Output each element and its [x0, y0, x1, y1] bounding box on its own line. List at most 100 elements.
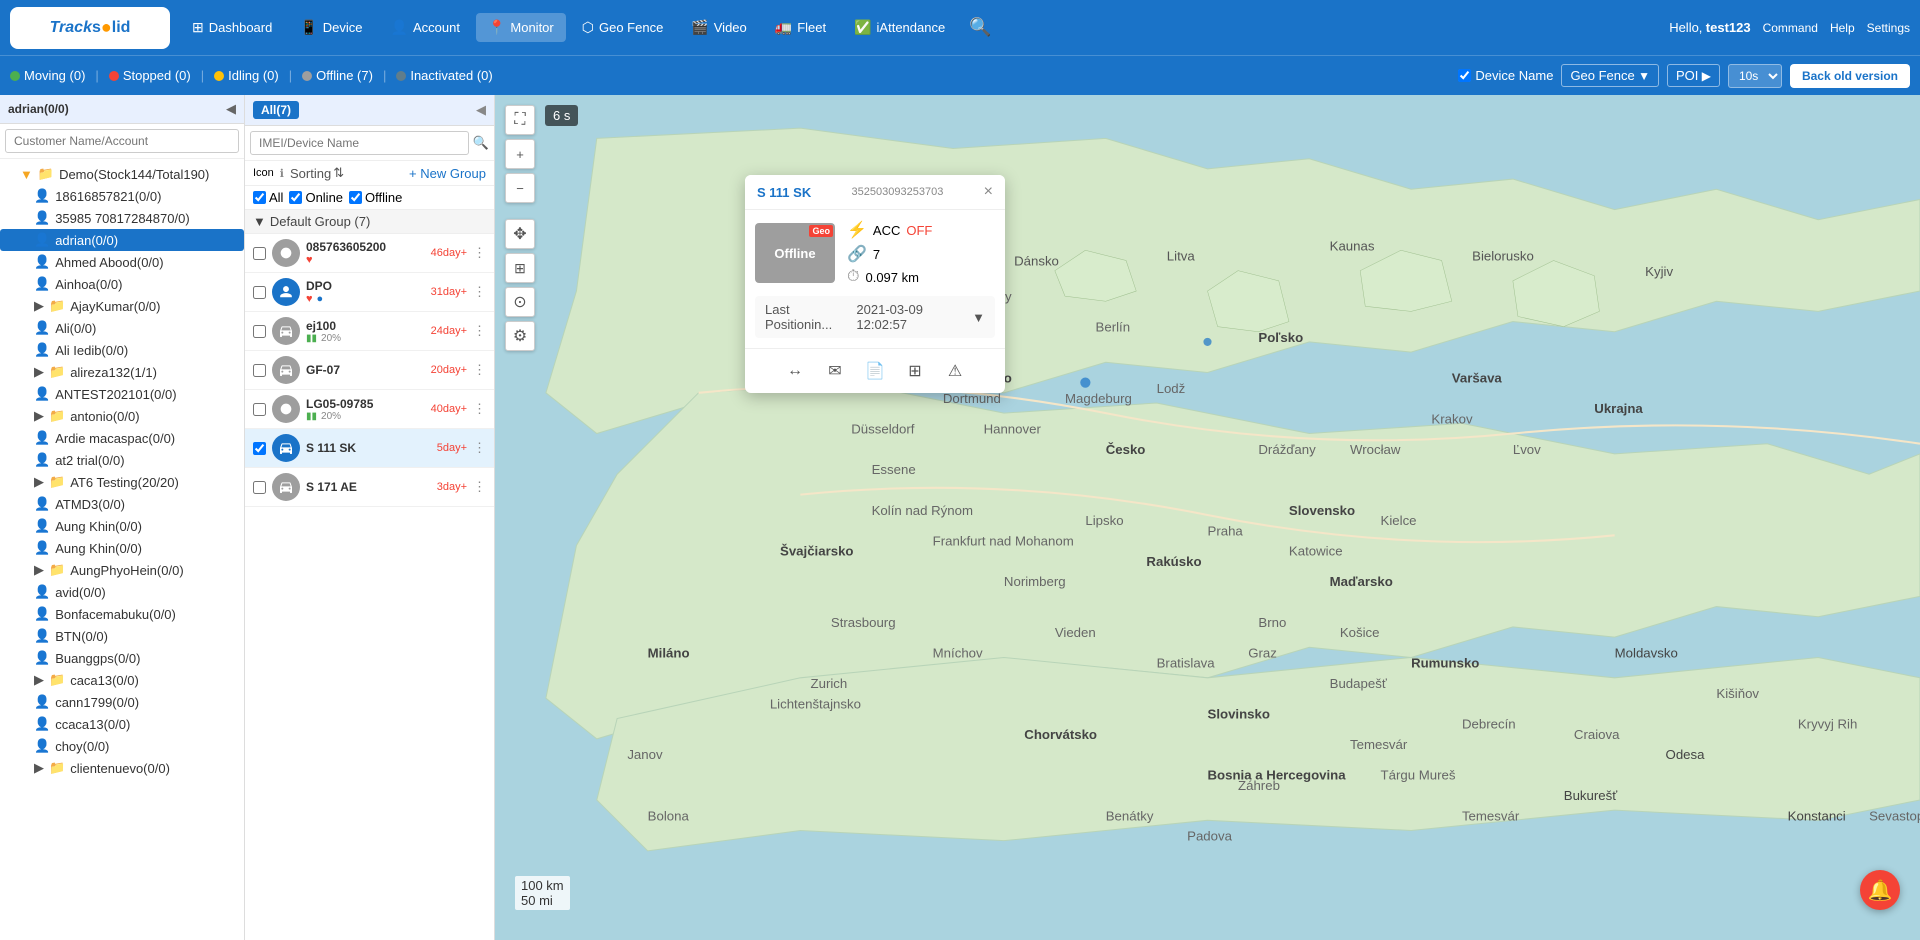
zoom-in-button[interactable]: + — [505, 139, 535, 169]
device-item[interactable]: ej100 ▮▮ 20% 24day+ ⋮ — [245, 312, 494, 351]
status-offline[interactable]: Offline (7) — [302, 68, 373, 83]
sidebar-item-btn[interactable]: 👤 BTN(0/0) — [0, 625, 244, 647]
sidebar-item-at2[interactable]: 👤 at2 trial(0/0) — [0, 449, 244, 471]
device-more-button[interactable]: ⋮ — [473, 245, 486, 261]
device-checkbox[interactable] — [253, 481, 266, 494]
help-link[interactable]: Help — [1830, 21, 1855, 35]
sidebar-item-ahmed[interactable]: 👤 Ahmed Abood(0/0) — [0, 251, 244, 273]
settings-link[interactable]: Settings — [1867, 21, 1910, 35]
sidebar-item-acc1[interactable]: 👤 18616857821(0/0) — [0, 185, 244, 207]
zoom-out-button[interactable]: − — [505, 173, 535, 203]
filter-offline[interactable]: Offline — [349, 190, 402, 205]
status-stopped[interactable]: Stopped (0) — [109, 68, 191, 83]
sidebar-item-ajay[interactable]: ▶ 📁 AjayKumar(0/0) — [0, 295, 244, 317]
tools-button[interactable]: ⚙ — [505, 321, 535, 351]
sidebar-item-alireza[interactable]: ▶ 📁 alireza132(1/1) — [0, 361, 244, 383]
device-name-toggle[interactable]: Device Name — [1458, 68, 1553, 83]
sidebar-item-avid[interactable]: 👤 avid(0/0) — [0, 581, 244, 603]
popup-alert-button[interactable]: ⚠ — [941, 357, 969, 385]
geo-fence-button[interactable]: Geo Fence ▼ — [1561, 64, 1659, 87]
device-search-input[interactable] — [250, 131, 469, 155]
sidebar-item-buanggps[interactable]: 👤 Buanggps(0/0) — [0, 647, 244, 669]
sidebar-item-cann1799[interactable]: 👤 cann1799(0/0) — [0, 691, 244, 713]
fullscreen-button[interactable]: ⛶ — [505, 105, 535, 135]
sidebar-item-acc2[interactable]: 👤 35985 70817284870/0) — [0, 207, 244, 229]
command-link[interactable]: Command — [1763, 21, 1818, 35]
device-name-checkbox[interactable] — [1458, 69, 1471, 82]
nav-video[interactable]: 🎬 Video — [679, 13, 758, 42]
status-moving[interactable]: Moving (0) — [10, 68, 85, 83]
device-checkbox[interactable] — [253, 286, 266, 299]
sidebar-item-ainhoa[interactable]: 👤 Ainhoa(0/0) — [0, 273, 244, 295]
search-button[interactable]: 🔍 — [969, 17, 991, 38]
device-more-button[interactable]: ⋮ — [473, 401, 486, 417]
popup-location[interactable]: Last Positionin... 2021-03-09 12:02:57 ▼ — [755, 296, 995, 338]
filter-offline-checkbox[interactable] — [349, 191, 362, 204]
device-item[interactable]: GF-07 20day+ ⋮ — [245, 351, 494, 390]
interval-select[interactable]: 10s 30s 60s — [1728, 64, 1782, 88]
device-checkbox[interactable] — [253, 247, 266, 260]
sidebar-item-bonfacemabuku[interactable]: 👤 Bonfacemabuku(0/0) — [0, 603, 244, 625]
device-item[interactable]: DPO ♥ ● 31day+ ⋮ — [245, 273, 494, 312]
sidebar-item-antonio[interactable]: ▶ 📁 antonio(0/0) — [0, 405, 244, 427]
sidebar-item-ali[interactable]: 👤 Ali(0/0) — [0, 317, 244, 339]
filter-all[interactable]: All — [253, 190, 283, 205]
notification-bell[interactable]: 🔔 — [1860, 870, 1900, 910]
device-search-button[interactable]: 🔍 — [473, 135, 489, 151]
sidebar-item-ardie[interactable]: 👤 Ardie macaspac(0/0) — [0, 427, 244, 449]
nav-iattendance[interactable]: ✅ iAttendance — [842, 13, 957, 42]
device-item[interactable]: LG05-09785 ▮▮ 20% 40day+ ⋮ — [245, 390, 494, 429]
all-badge[interactable]: All(7) — [253, 101, 299, 119]
locate-button[interactable]: ⊙ — [505, 287, 535, 317]
sidebar-item-antest[interactable]: 👤 ANTEST202101(0/0) — [0, 383, 244, 405]
sort-button[interactable]: Sorting ⇅ — [290, 165, 344, 181]
poi-button[interactable]: POI ▶ — [1667, 64, 1720, 87]
pan-button[interactable]: ✥ — [505, 219, 535, 249]
filter-all-checkbox[interactable] — [253, 191, 266, 204]
device-more-button[interactable]: ⋮ — [473, 362, 486, 378]
popup-grid-button[interactable]: ⊞ — [901, 357, 929, 385]
nav-dashboard[interactable]: ⊞ Dashboard — [180, 13, 284, 42]
device-item[interactable]: S 171 AE 3day+ ⋮ — [245, 468, 494, 507]
sidebar-item-ccaca13[interactable]: 👤 ccaca13(0/0) — [0, 713, 244, 735]
device-more-button[interactable]: ⋮ — [473, 323, 486, 339]
sidebar-item-demo[interactable]: ▼ 📁 Demo(Stock144/Total190) — [0, 163, 244, 185]
sidebar-item-adrian[interactable]: 👤 adrian(0/0) — [0, 229, 244, 251]
nav-account[interactable]: 👤 Account — [379, 13, 472, 42]
status-idling[interactable]: Idling (0) — [214, 68, 279, 83]
device-item[interactable]: 085763605200 ♥ 46day+ ⋮ — [245, 234, 494, 273]
map-background[interactable]: Hamburg Dánsko Litva Kaunas Bielorusko K… — [495, 95, 1920, 940]
popup-message-button[interactable]: ✉ — [821, 357, 849, 385]
sidebar-item-aung-khin1[interactable]: 👤 Aung Khin(0/0) — [0, 515, 244, 537]
filter-online[interactable]: Online — [289, 190, 343, 205]
popup-route-button[interactable]: ↔ — [781, 357, 809, 385]
layers-button[interactable]: ⊞ — [505, 253, 535, 283]
device-checkbox[interactable] — [253, 364, 266, 377]
account-search-input[interactable] — [5, 129, 239, 153]
logo[interactable]: Track s ● lid — [10, 7, 170, 49]
popup-document-button[interactable]: 📄 — [861, 357, 889, 385]
device-more-button[interactable]: ⋮ — [473, 440, 486, 456]
back-old-version-button[interactable]: Back old version — [1790, 64, 1910, 88]
status-inactivated[interactable]: Inactivated (0) — [396, 68, 492, 83]
nav-fleet[interactable]: 🚛 Fleet — [763, 13, 838, 42]
device-item-s111sk[interactable]: S 111 SK 5day+ ⋮ — [245, 429, 494, 468]
icon-info-icon[interactable]: ℹ — [280, 167, 284, 180]
sidebar-item-aungphyo[interactable]: ▶ 📁 AungPhyoHein(0/0) — [0, 559, 244, 581]
filter-online-checkbox[interactable] — [289, 191, 302, 204]
nav-geofence[interactable]: ⬡ Geo Fence — [570, 13, 676, 42]
device-checkbox[interactable] — [253, 403, 266, 416]
sidebar-item-caca13[interactable]: ▶ 📁 caca13(0/0) — [0, 669, 244, 691]
sidebar-collapse-button[interactable]: ◀ — [226, 101, 236, 117]
sidebar-item-atmd3[interactable]: 👤 ATMD3(0/0) — [0, 493, 244, 515]
sidebar-item-at6[interactable]: ▶ 📁 AT6 Testing(20/20) — [0, 471, 244, 493]
sidebar-item-clientenuevo[interactable]: ▶ 📁 clientenuevo(0/0) — [0, 757, 244, 779]
new-group-button[interactable]: + New Group — [409, 166, 486, 181]
device-more-button[interactable]: ⋮ — [473, 284, 486, 300]
device-checkbox[interactable] — [253, 325, 266, 338]
nav-device[interactable]: 📱 Device — [288, 13, 374, 42]
device-more-button[interactable]: ⋮ — [473, 479, 486, 495]
popup-close-button[interactable]: × — [984, 183, 993, 201]
sidebar-item-choy[interactable]: 👤 choy(0/0) — [0, 735, 244, 757]
device-panel-collapse[interactable]: ◀ — [476, 102, 486, 118]
